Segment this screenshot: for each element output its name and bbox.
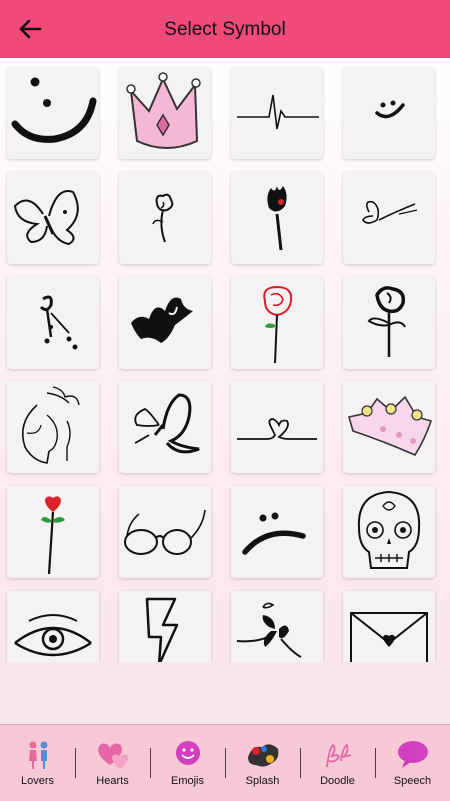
symbol-tile-lightning-bolt[interactable] xyxy=(119,591,211,662)
symbol-tile-heart-rose-stem[interactable] xyxy=(7,486,99,578)
symbol-tile-butterfly-flourish[interactable] xyxy=(231,591,323,662)
symbol-tile-small-flower[interactable] xyxy=(119,172,211,264)
butterfly-flourish-icon xyxy=(236,602,302,658)
love-envelope-icon xyxy=(350,612,428,662)
crown-pink-icon xyxy=(126,72,201,149)
splash-icon xyxy=(248,744,279,767)
tab-label: Lovers xyxy=(20,775,55,787)
butterfly-outline-icon xyxy=(13,190,79,246)
bottom-tab-bar: Lovers Hearts Emojis Splash Doodle Speec… xyxy=(0,724,450,801)
heart-line-icon xyxy=(237,418,317,440)
emoji-icon xyxy=(176,741,200,765)
lightning-bolt-icon xyxy=(145,597,179,662)
heart-rose-stem-icon xyxy=(41,496,65,575)
symbol-tile-small-smiley[interactable] xyxy=(343,67,435,159)
symbol-tile-heartbeat-line[interactable] xyxy=(231,67,323,159)
crown-tilted-icon xyxy=(347,395,433,457)
symbol-tile-red-rose[interactable] xyxy=(231,277,323,369)
red-rose-icon xyxy=(263,285,293,364)
lovers-icon xyxy=(29,741,48,769)
symbol-tile-love-envelope[interactable] xyxy=(343,591,435,662)
speech-bubble-icon xyxy=(398,741,428,768)
smiley-doodle-icon xyxy=(11,77,97,143)
small-smiley-icon xyxy=(375,100,405,119)
tab-label: Hearts xyxy=(96,775,129,787)
tab-label: Emojis xyxy=(170,775,204,787)
crown-black-icon xyxy=(131,297,193,343)
small-flower-icon xyxy=(152,193,174,243)
symbol-tile-sugar-skull[interactable] xyxy=(343,486,435,578)
eye-icon xyxy=(14,614,92,657)
sugar-skull-icon xyxy=(357,490,421,569)
tulip-icon xyxy=(267,186,287,251)
symbol-tile-smiley-doodle[interactable] xyxy=(7,67,99,159)
doodle-icon xyxy=(326,743,352,768)
symbol-tile-floral-sprig[interactable] xyxy=(7,277,99,369)
glasses-icon xyxy=(124,509,206,555)
flying-butterfly-icon xyxy=(362,200,418,224)
tab-hearts[interactable]: Hearts xyxy=(75,725,150,801)
symbol-tile-face-sketch[interactable] xyxy=(7,381,99,473)
floral-sprig-icon xyxy=(39,295,78,350)
hearts-icon xyxy=(98,743,128,769)
symbol-tile-heart-line[interactable] xyxy=(231,381,323,473)
symbol-tile-butterfly-swirl[interactable] xyxy=(119,381,211,473)
flower-stem-icon xyxy=(367,286,406,357)
face-sketch-icon xyxy=(21,386,80,464)
sad-face-icon xyxy=(242,512,306,555)
page-title: Select Symbol xyxy=(164,19,286,40)
symbol-tile-crown-black[interactable] xyxy=(119,277,211,369)
symbol-tile-butterfly-outline[interactable] xyxy=(7,172,99,264)
tab-splash[interactable]: Splash xyxy=(225,725,300,801)
tab-emojis[interactable]: Emojis xyxy=(150,725,225,801)
tab-label: Speech xyxy=(393,775,432,787)
symbol-tile-glasses[interactable] xyxy=(119,486,211,578)
tab-label: Splash xyxy=(245,775,280,787)
symbol-tile-crown-tilted[interactable] xyxy=(343,381,435,473)
app-bar: Select Symbol xyxy=(0,0,450,58)
butterfly-swirl-icon xyxy=(134,393,200,454)
tab-label: Doodle xyxy=(320,775,355,787)
symbol-tile-tulip[interactable] xyxy=(231,172,323,264)
tab-speech[interactable]: Speech xyxy=(375,725,450,801)
heartbeat-line-icon xyxy=(237,94,319,130)
symbol-tile-sad-face[interactable] xyxy=(231,486,323,578)
tab-lovers[interactable]: Lovers xyxy=(0,725,75,801)
symbol-tile-flying-butterfly[interactable] xyxy=(343,172,435,264)
tab-doodle[interactable]: Doodle xyxy=(300,725,375,801)
empty-area xyxy=(0,662,450,724)
symbol-tile-eye[interactable] xyxy=(7,591,99,662)
symbol-grid xyxy=(0,58,450,662)
symbol-tile-crown-pink[interactable] xyxy=(119,67,211,159)
symbol-tile-flower-stem[interactable] xyxy=(343,277,435,369)
